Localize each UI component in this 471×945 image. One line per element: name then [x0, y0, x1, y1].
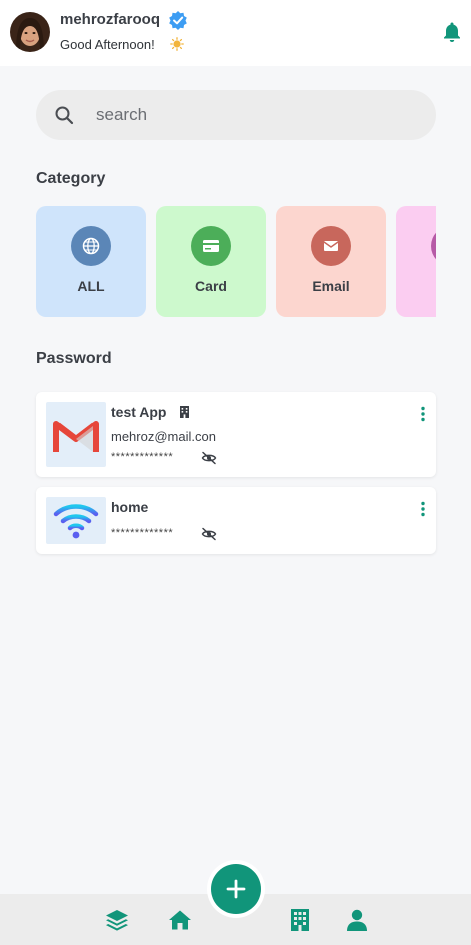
password-item[interactable]: test App mehroz@mail.con *************	[36, 392, 436, 477]
category-icon-circle	[431, 226, 436, 266]
password-email: mehroz@mail.con	[111, 429, 216, 444]
category-label: Email	[312, 278, 350, 294]
category-section-title: Category	[36, 170, 106, 187]
envelope-icon	[323, 241, 339, 251]
category-icon-circle	[311, 226, 351, 266]
building-icon	[180, 406, 189, 418]
bell-icon[interactable]	[442, 21, 462, 43]
add-button-inner	[211, 864, 261, 914]
wifi-icon	[46, 497, 106, 544]
search-input[interactable]	[96, 90, 416, 140]
more-options-icon[interactable]	[420, 406, 426, 422]
category-card-email[interactable]: Email	[276, 206, 386, 317]
greeting-text: Good Afternoon!	[60, 37, 155, 52]
password-title: test App	[111, 404, 167, 420]
app-header: mehrozfarooq Good Afternoon!	[0, 0, 471, 66]
password-title: home	[111, 499, 149, 515]
eye-off-icon[interactable]	[201, 527, 217, 541]
verified-badge-icon	[169, 11, 187, 30]
more-options-icon[interactable]	[420, 501, 426, 517]
gmail-logo-icon	[46, 402, 106, 467]
password-item[interactable]: home *************	[36, 487, 436, 554]
eye-off-icon[interactable]	[201, 451, 217, 465]
home-icon[interactable]	[168, 908, 192, 932]
category-list: ALL Card Email S	[36, 206, 436, 318]
username: mehrozfarooq	[60, 11, 161, 28]
category-card-card[interactable]: Card	[156, 206, 266, 317]
category-label: ALL	[77, 278, 105, 294]
globe-icon	[82, 237, 100, 255]
sun-icon	[170, 37, 184, 51]
category-label: Card	[195, 278, 227, 294]
masked-password: *************	[111, 451, 174, 463]
category-icon-circle	[191, 226, 231, 266]
building-icon[interactable]	[288, 908, 312, 932]
add-button[interactable]	[207, 860, 265, 918]
layers-icon[interactable]	[105, 908, 129, 932]
category-label: S	[396, 278, 436, 294]
search-icon	[55, 106, 74, 125]
category-card-all[interactable]: ALL	[36, 206, 146, 317]
avatar[interactable]	[10, 12, 50, 52]
user-icon[interactable]	[345, 908, 369, 932]
credit-card-icon	[203, 240, 219, 252]
category-icon-circle	[71, 226, 111, 266]
password-section-title: Password	[36, 350, 112, 367]
category-card-s[interactable]: S	[396, 206, 436, 317]
plus-icon	[226, 879, 246, 899]
search-bar	[36, 90, 436, 140]
masked-password: *************	[111, 527, 174, 539]
